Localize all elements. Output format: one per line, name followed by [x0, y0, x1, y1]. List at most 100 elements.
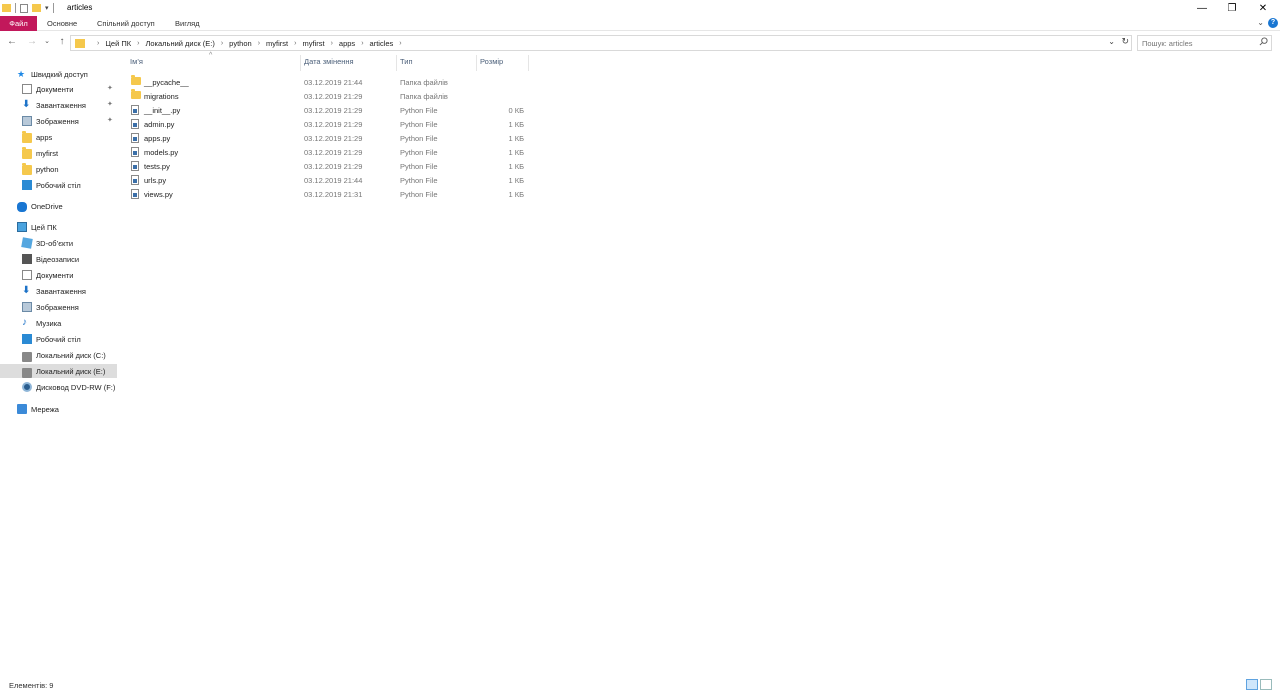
nav-item-dvd-f[interactable]: Дисковод DVD-RW (F:) — [22, 380, 115, 394]
nav-item-pc-downloads[interactable]: ⬇ Завантаження — [22, 284, 86, 298]
file-row[interactable]: apps.py 03.12.2019 21:29 Python File 1 К… — [128, 131, 528, 145]
nav-item-apps[interactable]: apps — [22, 130, 52, 144]
breadcrumb-separator-icon[interactable]: › — [294, 40, 296, 47]
file-name: __pycache__ — [144, 78, 189, 87]
file-row[interactable]: migrations 03.12.2019 21:29 Папка файлів — [128, 89, 528, 103]
breadcrumb-this-pc[interactable]: Цей ПК — [105, 39, 131, 48]
details-view-icon[interactable] — [1246, 679, 1258, 690]
column-divider[interactable] — [300, 55, 301, 71]
nav-label: Зображення — [36, 302, 79, 312]
maximize-button[interactable]: ❐ — [1217, 0, 1247, 16]
nav-item-pc-documents[interactable]: Документи — [22, 268, 73, 282]
breadcrumb-separator-icon[interactable]: › — [361, 40, 363, 47]
nav-item-videos[interactable]: Відеозаписи — [22, 252, 79, 266]
file-row[interactable]: urls.py 03.12.2019 21:44 Python File 1 К… — [128, 173, 528, 187]
nav-item-desktop[interactable]: Робочий стіл — [22, 178, 81, 192]
nav-item-pictures[interactable]: Зображення — [22, 114, 79, 128]
column-header-name[interactable]: Ім’я — [130, 57, 143, 69]
folder-icon — [22, 147, 32, 159]
breadcrumb-myfirst-inner[interactable]: myfirst — [302, 39, 324, 48]
breadcrumb-apps[interactable]: apps — [339, 39, 355, 48]
up-arrow-icon[interactable]: ↑ — [56, 36, 68, 48]
file-size: 1 КБ — [508, 176, 524, 185]
nav-network[interactable]: Мережа — [17, 402, 59, 416]
pin-icon[interactable]: ✦ — [107, 100, 113, 108]
address-dropdown-icon[interactable]: ⌄ — [1108, 37, 1115, 46]
file-row[interactable]: tests.py 03.12.2019 21:29 Python File 1 … — [128, 159, 528, 173]
file-row[interactable]: admin.py 03.12.2019 21:29 Python File 1 … — [128, 117, 528, 131]
nav-item-pc-desktop[interactable]: Робочий стіл — [22, 332, 81, 346]
nav-item-myfirst[interactable]: myfirst — [22, 146, 58, 160]
tab-share[interactable]: Спільний доступ — [97, 16, 155, 31]
breadcrumb-articles[interactable]: articles — [370, 39, 394, 48]
folder-icon — [131, 89, 141, 99]
nav-label: Швидкий доступ — [31, 69, 88, 79]
pin-icon[interactable]: ✦ — [107, 84, 113, 92]
nav-label: python — [36, 164, 59, 174]
window-title: articles — [67, 3, 93, 12]
tab-file[interactable]: Файл — [0, 16, 37, 31]
file-type: Python File — [400, 148, 438, 157]
breadcrumb: › Цей ПК › Локальний диск (E:) › python … — [75, 36, 408, 50]
nav-label: Завантаження — [36, 286, 86, 296]
file-name: urls.py — [144, 176, 167, 185]
address-bar[interactable]: › Цей ПК › Локальний диск (E:) › python … — [70, 35, 1132, 51]
tab-home[interactable]: Основне — [47, 16, 77, 31]
file-date: 03.12.2019 21:44 — [304, 176, 363, 185]
column-header-type[interactable]: Тип — [400, 57, 413, 69]
file-row[interactable]: models.py 03.12.2019 21:29 Python File 1… — [128, 145, 528, 159]
search-input[interactable] — [1142, 37, 1252, 49]
nav-item-music[interactable]: ♪ Музика — [22, 316, 61, 330]
breadcrumb-drive-e[interactable]: Локальний диск (E:) — [145, 39, 214, 48]
toolbar-divider — [15, 3, 16, 13]
column-divider[interactable] — [476, 55, 477, 71]
column-divider[interactable] — [528, 55, 529, 71]
breadcrumb-separator-icon[interactable]: › — [97, 40, 99, 47]
close-button[interactable]: ✕ — [1248, 0, 1278, 16]
file-row[interactable]: views.py 03.12.2019 21:31 Python File 1 … — [128, 187, 528, 201]
nav-item-drive-e[interactable]: Локальний диск (E:) — [0, 364, 117, 378]
breadcrumb-myfirst[interactable]: myfirst — [266, 39, 288, 48]
search-icon[interactable] — [1259, 37, 1268, 48]
pin-icon[interactable]: ✦ — [107, 116, 113, 124]
minimize-button[interactable]: — — [1187, 0, 1217, 16]
nav-label: apps — [36, 132, 53, 142]
large-icons-view-icon[interactable] — [1260, 679, 1272, 690]
column-divider[interactable] — [396, 55, 397, 71]
nav-onedrive[interactable]: OneDrive — [17, 199, 63, 213]
nav-item-python[interactable]: python — [22, 162, 59, 176]
file-row[interactable]: __init__.py 03.12.2019 21:29 Python File… — [128, 103, 528, 117]
pictures-icon — [22, 116, 32, 126]
expand-ribbon-icon[interactable]: ⌄ — [1257, 18, 1264, 27]
recent-locations-icon[interactable]: ⌄ — [41, 36, 53, 48]
breadcrumb-separator-icon[interactable]: › — [399, 40, 401, 47]
breadcrumb-separator-icon[interactable]: › — [258, 40, 260, 47]
properties-icon[interactable] — [20, 3, 28, 13]
nav-item-pc-pictures[interactable]: Зображення — [22, 300, 79, 314]
breadcrumb-separator-icon[interactable]: › — [137, 40, 139, 47]
nav-quick-access[interactable]: ★ Швидкий доступ — [17, 67, 88, 81]
python-file-icon — [131, 105, 139, 115]
file-row[interactable]: __pycache__ 03.12.2019 21:44 Папка файлі… — [128, 75, 528, 89]
forward-arrow-icon[interactable]: → — [26, 36, 38, 48]
customize-toolbar-icon[interactable]: ▾ — [45, 4, 49, 12]
dvd-icon — [22, 382, 32, 392]
back-arrow-icon[interactable]: ← — [6, 36, 18, 48]
breadcrumb-separator-icon[interactable]: › — [221, 40, 223, 47]
nav-item-3d-objects[interactable]: 3D-об’єкти — [21, 236, 73, 250]
new-folder-icon[interactable] — [32, 4, 41, 12]
column-header-date[interactable]: Дата змінення — [304, 57, 354, 69]
refresh-icon[interactable]: ↻ — [1121, 36, 1129, 47]
nav-item-drive-c[interactable]: Локальний диск (C:) — [22, 348, 106, 362]
breadcrumb-separator-icon[interactable]: › — [331, 40, 333, 47]
column-header-size[interactable]: Розмір — [480, 57, 503, 69]
nav-this-pc[interactable]: Цей ПК — [17, 220, 57, 234]
search-box[interactable] — [1137, 35, 1272, 51]
nav-item-documents[interactable]: Документи — [22, 82, 73, 96]
breadcrumb-python[interactable]: python — [229, 39, 252, 48]
help-icon[interactable]: ? — [1268, 18, 1278, 28]
tab-view[interactable]: Вигляд — [175, 16, 200, 31]
status-item-count: Елементів: 9 — [9, 681, 54, 690]
nav-item-downloads[interactable]: ⬇ Завантаження — [22, 98, 86, 112]
file-date: 03.12.2019 21:44 — [304, 78, 363, 87]
